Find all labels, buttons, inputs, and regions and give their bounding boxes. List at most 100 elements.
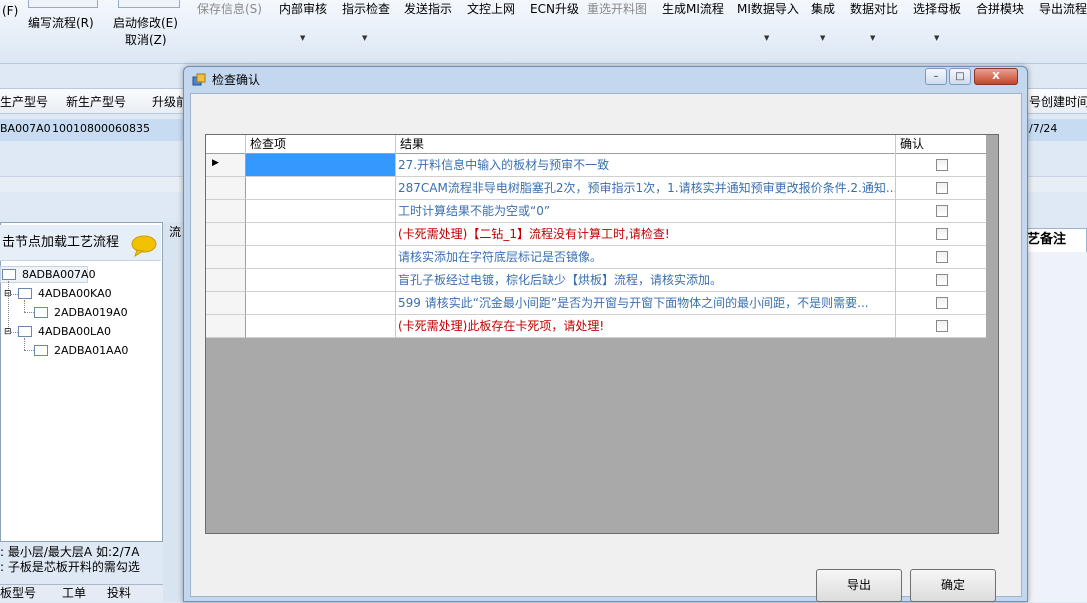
confirm-checkbox[interactable] — [936, 320, 948, 332]
table-row[interactable]: (卡死需处理)此板存在卡死项，请处理! — [206, 315, 986, 338]
toolbar-save-info[interactable]: 保存信息(S) — [197, 0, 262, 20]
app-window-icon — [192, 73, 206, 86]
tree-node[interactable]: 4ADBA00LA0 — [38, 324, 111, 340]
row-header[interactable] — [206, 223, 246, 246]
result-cell[interactable]: 27.开料信息中输入的板材与预审不一致 — [396, 154, 896, 177]
toolbar-merge-module[interactable]: 合拼模块 — [976, 0, 1024, 20]
dropdown-arrow-icon[interactable]: ▼ — [362, 34, 367, 42]
column-header[interactable]: 号创建时间 — [1029, 92, 1087, 112]
dropdown-arrow-icon[interactable]: ▼ — [300, 34, 305, 42]
result-cell[interactable]: 599 请核实此“沉金最小间距”是否为开窗与开窗下面物体之间的最小间距，不是则需… — [396, 292, 896, 315]
column-header-confirm[interactable]: 确认 — [896, 135, 986, 154]
column-header-check-item[interactable]: 检查项 — [246, 135, 396, 154]
check-item-cell[interactable] — [246, 223, 396, 246]
toolbar-instruction-check[interactable]: 指示检查 — [342, 0, 390, 20]
toolbar-doc-online[interactable]: 文控上网 — [467, 0, 515, 20]
result-cell[interactable]: (卡死需处理)【二钻_1】流程没有计算工时,请检查! — [396, 223, 896, 246]
tree-connector — [24, 338, 25, 350]
confirm-checkbox[interactable] — [936, 182, 948, 194]
confirm-checkbox[interactable] — [936, 251, 948, 263]
toolbar-mi-import[interactable]: MI数据导入 — [737, 0, 799, 20]
tab-process-notes[interactable]: 艺备注 — [1022, 228, 1087, 252]
dropdown-arrow-icon[interactable]: ▼ — [764, 34, 769, 42]
tree-node[interactable]: 4ADBA00KA0 — [38, 286, 112, 302]
confirm-cell — [896, 315, 986, 338]
confirm-checkbox[interactable] — [936, 205, 948, 217]
dropdown-arrow-icon[interactable]: ▼ — [820, 34, 825, 42]
toolbar-ecn-upgrade[interactable]: ECN升级 — [530, 0, 579, 20]
confirm-checkbox[interactable] — [936, 297, 948, 309]
result-cell[interactable]: 工时计算结果不能为空或“0” — [396, 200, 896, 223]
toolbar-internal-review[interactable]: 内部审核 — [279, 0, 327, 20]
column-header[interactable]: 新生产型号 — [66, 92, 126, 112]
check-item-cell[interactable] — [246, 200, 396, 223]
toolbar-edit-flow[interactable]: 编写流程(R) — [28, 14, 94, 34]
row-header[interactable]: ▶ — [206, 154, 246, 177]
result-cell[interactable]: 287CAM流程非导电树脂塞孔2次，预审指示1次，1.请核实并通知预审更改报价条… — [396, 177, 896, 200]
tree-connector — [24, 350, 34, 351]
toolbar-export-flow[interactable]: 导出流程 — [1039, 0, 1087, 20]
table-row[interactable]: 599 请核实此“沉金最小间距”是否为开窗与开窗下面物体之间的最小间距，不是则需… — [206, 292, 986, 315]
toolbar-data-compare[interactable]: 数据对比 — [850, 0, 898, 20]
tree-connector — [24, 312, 34, 313]
dialog-body: 检查项 结果 确认 ▶ 27.开料信息中输入的板材与预审不一致 287CAM流程非导… — [190, 93, 1022, 602]
tree-node[interactable]: 2ADBA01AA0 — [54, 343, 128, 359]
check-results-grid[interactable]: 检查项 结果 确认 ▶ 27.开料信息中输入的板材与预审不一致 287CAM流程非导… — [205, 134, 999, 534]
result-cell[interactable]: (卡死需处理)此板存在卡死项，请处理! — [396, 315, 896, 338]
tree-node[interactable]: 2ADBA019A0 — [54, 305, 128, 321]
note-prefix: : — [0, 545, 5, 559]
check-item-cell[interactable] — [246, 154, 396, 177]
check-item-cell[interactable] — [246, 315, 396, 338]
ok-button[interactable]: 确定 — [910, 569, 996, 602]
row-header[interactable] — [206, 200, 246, 223]
result-cell[interactable]: 请核实添加在字符底层标记是否镜像。 — [396, 246, 896, 269]
tab-board-type[interactable]: 板型号 — [0, 583, 36, 603]
check-item-cell[interactable] — [246, 177, 396, 200]
confirm-cell — [896, 154, 986, 177]
grid-cell: BA007A0 — [0, 122, 51, 135]
row-header[interactable] — [206, 246, 246, 269]
tree-node[interactable]: 8ADBA007A0 — [22, 267, 96, 283]
row-header[interactable] — [206, 269, 246, 292]
minimize-button[interactable]: – — [925, 68, 947, 85]
row-header[interactable] — [206, 177, 246, 200]
row-header[interactable] — [206, 292, 246, 315]
dialog-titlebar[interactable]: 检查确认 – □ X — [184, 67, 1027, 93]
result-cell[interactable]: 盲孔子板经过电镀，棕化后缺少【烘板】流程，请核实添加。 — [396, 269, 896, 292]
table-row[interactable]: (卡死需处理)【二钻_1】流程没有计算工时,请检查! — [206, 223, 986, 246]
toolbar-select-mother[interactable]: 选择母板 — [913, 0, 961, 20]
confirm-cell — [896, 223, 986, 246]
export-button[interactable]: 导出 — [816, 569, 902, 602]
check-item-cell[interactable] — [246, 292, 396, 315]
table-row[interactable]: 工时计算结果不能为空或“0” — [206, 200, 986, 223]
check-item-cell[interactable] — [246, 269, 396, 292]
maximize-button[interactable]: □ — [949, 68, 971, 85]
toolbar-integrate[interactable]: 集成 — [811, 0, 835, 20]
tab-work-order[interactable]: 工单 — [62, 583, 86, 603]
note-line: 子板是芯板开料的需勾选 — [7, 560, 140, 574]
dropdown-arrow-icon[interactable]: ▼ — [934, 34, 939, 42]
table-row[interactable]: 盲孔子板经过电镀，棕化后缺少【烘板】流程，请核实添加。 — [206, 269, 986, 292]
column-header[interactable]: 生产型号 — [0, 92, 48, 112]
row-header[interactable] — [206, 315, 246, 338]
tab-feeding[interactable]: 投料 — [107, 583, 131, 603]
toolbar-button-frame — [118, 0, 180, 8]
close-button[interactable]: X — [974, 68, 1018, 85]
toolbar-item-f[interactable]: (F) — [2, 2, 18, 22]
check-item-cell[interactable] — [246, 246, 396, 269]
table-row[interactable]: 287CAM流程非导电树脂塞孔2次，预审指示1次，1.请核实并通知预审更改报价条… — [206, 177, 986, 200]
dropdown-arrow-icon[interactable]: ▼ — [870, 34, 875, 42]
confirm-checkbox[interactable] — [936, 159, 948, 171]
toolbar-generate-mi[interactable]: 生成MI流程 — [662, 0, 724, 20]
toolbar-cancel[interactable]: 取消(Z) — [125, 31, 167, 51]
panel-tab-flow[interactable]: 流 — [169, 222, 181, 242]
toolbar-reselect-cutting[interactable]: 重选开料图 — [587, 0, 647, 20]
column-header-result[interactable]: 结果 — [396, 135, 896, 154]
grid-header-row: 检查项 结果 确认 — [206, 135, 986, 154]
confirm-checkbox[interactable] — [936, 274, 948, 286]
toolbar-send-instruction[interactable]: 发送指示 — [404, 0, 452, 20]
confirm-checkbox[interactable] — [936, 228, 948, 240]
panel-splitter[interactable]: 流 — [163, 222, 183, 602]
table-row[interactable]: ▶ 27.开料信息中输入的板材与预审不一致 — [206, 154, 986, 177]
table-row[interactable]: 请核实添加在字符底层标记是否镜像。 — [206, 246, 986, 269]
